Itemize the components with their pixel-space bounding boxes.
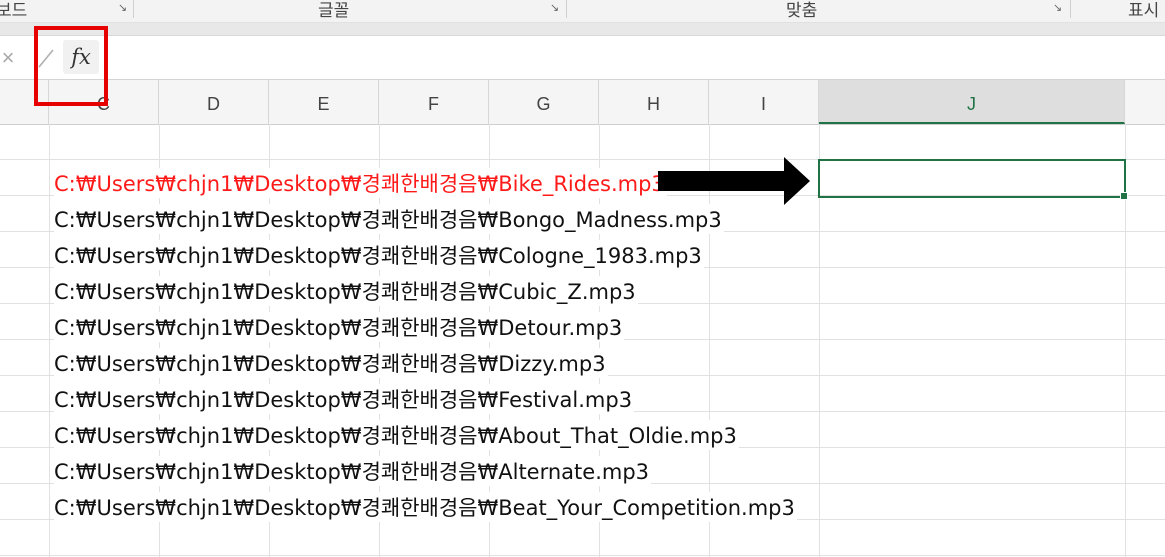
fill-handle[interactable] — [1120, 192, 1128, 200]
column-header-c[interactable]: C — [49, 80, 159, 124]
cell-c-detour[interactable]: C:₩Users₩chjn1₩Desktop₩경쾌한배경음₩Detour.mp3 — [54, 312, 625, 342]
formula-input[interactable] — [106, 36, 1165, 79]
gridline — [49, 124, 50, 557]
arrow-right-icon — [658, 157, 810, 205]
column-header-i[interactable]: I — [709, 80, 819, 124]
column-header-d[interactable]: D — [159, 80, 269, 124]
column-header-k[interactable] — [1125, 80, 1165, 124]
cell-c-beat-your-competition[interactable]: C:₩Users₩chjn1₩Desktop₩경쾌한배경음₩Beat_Your_… — [54, 492, 797, 522]
ribbon-group-font-label: 글꼴 — [318, 1, 350, 21]
ribbon-group-separator — [1070, 0, 1071, 18]
ribbon-bottom-edge — [0, 23, 1165, 36]
column-header-row: C D E F G H I J — [0, 80, 1165, 125]
enter-icon[interactable] — [32, 36, 60, 79]
column-header-j[interactable]: J — [819, 80, 1125, 124]
cell-c-cubic-z[interactable]: C:₩Users₩chjn1₩Desktop₩경쾌한배경음₩Cubic_Z.mp… — [54, 276, 638, 306]
cell-c-cologne-1983[interactable]: C:₩Users₩chjn1₩Desktop₩경쾌한배경음₩Cologne_19… — [54, 240, 704, 270]
ribbon-group-separator — [133, 0, 134, 18]
cell-grid[interactable]: C:₩Users₩chjn1₩Desktop₩경쾌한배경음₩Bike_Rides… — [0, 124, 1165, 557]
ribbon-group-number-label: 표시 — [1128, 1, 1160, 21]
font-launcher-icon[interactable]: ↘ — [548, 2, 561, 15]
row-header-corner[interactable] — [0, 80, 49, 124]
column-header-h[interactable]: H — [599, 80, 709, 124]
cell-c-bongo-madness[interactable]: C:₩Users₩chjn1₩Desktop₩경쾌한배경음₩Bongo_Madn… — [54, 204, 724, 234]
column-header-g[interactable]: G — [489, 80, 599, 124]
cell-c-alternate[interactable]: C:₩Users₩chjn1₩Desktop₩경쾌한배경음₩Alternate.… — [54, 456, 652, 486]
ribbon-group-separator — [566, 0, 567, 18]
clipboard-launcher-icon[interactable]: ↘ — [116, 2, 129, 15]
ribbon-group-labels: 보드 ↘ 글꼴 ↘ 맞춤 ↘ 표시 — [0, 0, 1165, 23]
cancel-icon[interactable]: × — [0, 36, 20, 79]
column-header-f[interactable]: F — [379, 80, 489, 124]
ribbon-group-clipboard-label: 보드 — [0, 1, 28, 21]
cell-c-bike-rides[interactable]: C:₩Users₩chjn1₩Desktop₩경쾌한배경음₩Bike_Rides… — [54, 168, 667, 198]
ribbon-group-alignment-label: 맞춤 — [786, 1, 818, 21]
column-header-e[interactable]: E — [269, 80, 379, 124]
cell-c-about-that-oldie[interactable]: C:₩Users₩chjn1₩Desktop₩경쾌한배경음₩About_That… — [54, 420, 739, 450]
active-cell-j[interactable] — [818, 159, 1128, 200]
insert-function-button[interactable]: fx — [63, 40, 99, 74]
cell-c-dizzy[interactable]: C:₩Users₩chjn1₩Desktop₩경쾌한배경음₩Dizzy.mp3 — [54, 348, 608, 378]
gridline — [0, 555, 1165, 556]
cell-c-festival[interactable]: C:₩Users₩chjn1₩Desktop₩경쾌한배경음₩Festival.m… — [54, 384, 635, 414]
formula-bar: × fx — [0, 36, 1165, 80]
alignment-launcher-icon[interactable]: ↘ — [1051, 2, 1064, 15]
